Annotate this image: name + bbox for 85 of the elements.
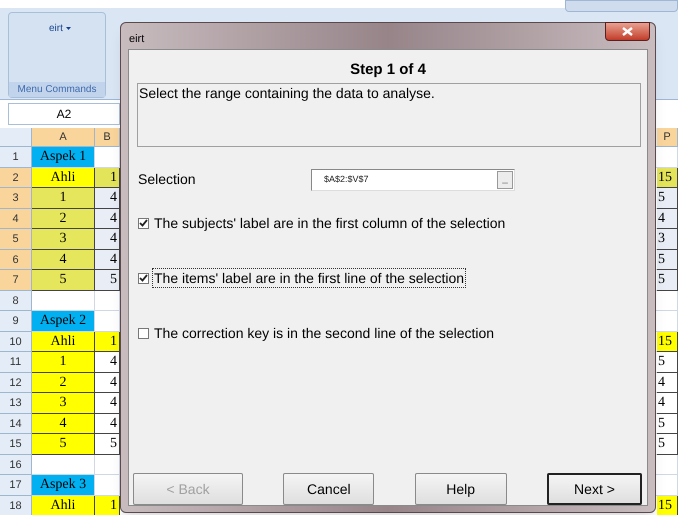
checkbox-label[interactable]: The correction key is in the second line of the selection bbox=[153, 324, 496, 342]
table-cell[interactable]: 4 bbox=[95, 250, 120, 270]
row-header[interactable]: 15 bbox=[0, 434, 32, 454]
table-cell[interactable]: 4 bbox=[32, 414, 95, 434]
table-cell[interactable]: 3 bbox=[32, 393, 95, 414]
table-cell[interactable]: 2 bbox=[32, 372, 95, 393]
table-cell[interactable]: Ahli bbox=[32, 168, 95, 188]
row-header[interactable]: 9 bbox=[0, 311, 32, 332]
caret-icon bbox=[66, 27, 71, 30]
table-cell[interactable]: 5 bbox=[657, 352, 678, 372]
row-header[interactable]: 1 bbox=[0, 147, 32, 168]
row-header[interactable]: 12 bbox=[0, 372, 32, 393]
table-cell[interactable]: 4 bbox=[95, 393, 120, 414]
table-cell[interactable]: 5 bbox=[657, 250, 678, 270]
row-header[interactable]: 4 bbox=[0, 208, 32, 229]
selection-field[interactable]: $A$2:$V$7 _ bbox=[311, 169, 515, 191]
row-header[interactable]: 10 bbox=[0, 332, 32, 352]
table-cell[interactable]: Aspek 1 bbox=[32, 147, 95, 168]
table-cell[interactable]: Ahli bbox=[32, 496, 95, 515]
dialog-button[interactable]: Cancel bbox=[283, 473, 374, 505]
column-header[interactable]: B bbox=[95, 128, 120, 146]
checkbox[interactable] bbox=[138, 328, 149, 338]
table-cell[interactable]: 4 bbox=[95, 208, 120, 229]
table-cell[interactable]: 1 bbox=[32, 352, 95, 372]
table-cell[interactable]: 5 bbox=[657, 188, 678, 208]
instruction-text: Select the range containing the data to analyse. bbox=[139, 84, 436, 102]
table-cell[interactable]: 5 bbox=[657, 434, 678, 454]
window-title: eirt bbox=[129, 32, 144, 47]
row-header[interactable]: 14 bbox=[0, 414, 32, 434]
table-cell[interactable]: Aspek 3 bbox=[32, 475, 95, 496]
row-header[interactable]: 13 bbox=[0, 393, 32, 414]
table-cell[interactable]: Aspek 2 bbox=[32, 311, 95, 332]
row-header[interactable]: 5 bbox=[0, 229, 32, 250]
checkbox[interactable] bbox=[138, 218, 149, 228]
table-cell[interactable]: 4 bbox=[95, 414, 120, 434]
table-cell[interactable]: 1 bbox=[95, 332, 120, 352]
table-cell[interactable]: 15 bbox=[657, 168, 678, 188]
checkbox-label[interactable]: The items' label are in the first line of the selection bbox=[153, 269, 466, 287]
table-cell[interactable]: 15 bbox=[657, 332, 678, 352]
table-cell[interactable]: 2 bbox=[32, 208, 95, 229]
table-cell[interactable]: 5 bbox=[95, 270, 120, 290]
table-cell[interactable]: Ahli bbox=[32, 332, 95, 352]
table-cell[interactable]: 1 bbox=[95, 168, 120, 188]
range-picker-button[interactable]: _ bbox=[497, 171, 513, 189]
dialog-button[interactable]: Help bbox=[414, 473, 507, 505]
row-header[interactable]: 6 bbox=[0, 250, 32, 270]
table-cell[interactable]: 4 bbox=[95, 372, 120, 393]
table-cell[interactable]: 4 bbox=[657, 372, 678, 393]
table-cell[interactable]: 4 bbox=[657, 208, 678, 229]
table-cell[interactable]: 5 bbox=[95, 434, 120, 454]
close-button[interactable] bbox=[605, 22, 650, 41]
row-header[interactable]: 16 bbox=[0, 454, 32, 475]
menu-button[interactable]: eirt bbox=[49, 21, 71, 36]
close-icon bbox=[622, 27, 633, 36]
checkbox-label[interactable]: The subjects' label are in the first column of the selection bbox=[153, 214, 506, 232]
row-header[interactable]: 8 bbox=[0, 290, 32, 311]
table-cell[interactable]: 3 bbox=[657, 229, 678, 250]
table-cell[interactable]: 4 bbox=[32, 250, 95, 270]
row-header[interactable]: 18 bbox=[0, 496, 32, 515]
row-header[interactable]: 17 bbox=[0, 475, 32, 496]
selection-value: $A$2:$V$7 bbox=[324, 173, 369, 186]
table-cell[interactable]: 5 bbox=[657, 414, 678, 434]
next-button[interactable]: Next > bbox=[546, 473, 642, 505]
column-header[interactable]: A bbox=[32, 128, 95, 146]
checkbox[interactable] bbox=[138, 272, 149, 284]
row-header[interactable]: 2 bbox=[0, 168, 32, 188]
row-header[interactable]: 7 bbox=[0, 270, 32, 290]
table-cell[interactable]: 5 bbox=[32, 434, 95, 454]
selection-label: Selection bbox=[138, 170, 196, 189]
table-cell[interactable]: 15 bbox=[657, 496, 678, 515]
group-label: Menu Commands bbox=[9, 82, 105, 97]
table-cell[interactable]: 3 bbox=[32, 229, 95, 250]
row-header[interactable]: 3 bbox=[0, 188, 32, 208]
column-header[interactable]: P bbox=[657, 128, 678, 146]
table-cell[interactable]: 4 bbox=[657, 393, 678, 414]
table-cell[interactable]: 4 bbox=[95, 188, 120, 208]
name-box[interactable]: A2 bbox=[9, 104, 119, 124]
table-cell[interactable]: 4 bbox=[95, 352, 120, 372]
table-cell[interactable]: 4 bbox=[95, 229, 120, 250]
row-header[interactable]: 11 bbox=[0, 352, 32, 372]
step-heading: Step 1 of 4 bbox=[349, 60, 427, 80]
table-cell[interactable]: 5 bbox=[657, 270, 678, 290]
table-cell[interactable]: 1 bbox=[32, 188, 95, 208]
table-cell[interactable]: 5 bbox=[32, 270, 95, 290]
table-cell[interactable]: 1 bbox=[95, 496, 120, 515]
